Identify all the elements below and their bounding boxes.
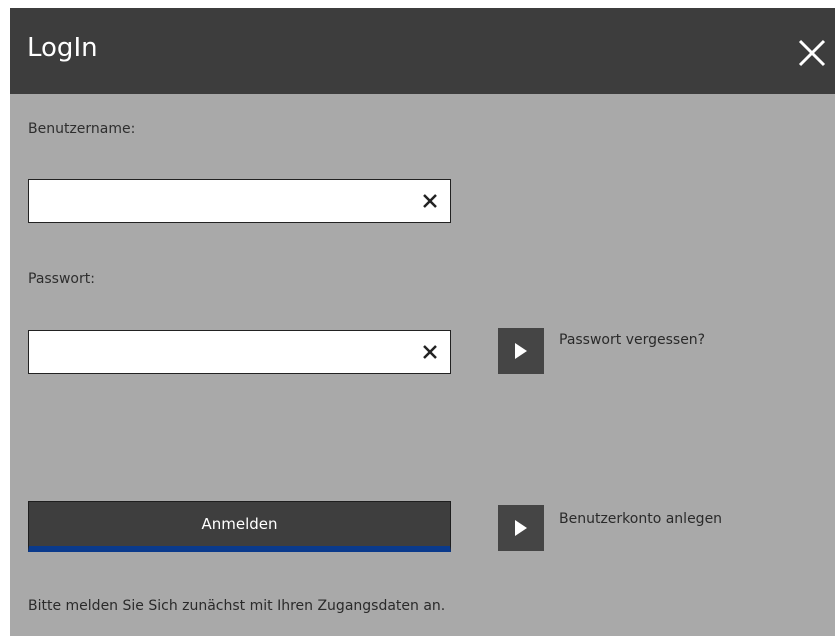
clear-username-icon[interactable] (422, 193, 438, 209)
login-dialog: LogIn Benutzername: Passwort: Passwort v… (10, 8, 835, 636)
dialog-title: LogIn (27, 33, 98, 63)
password-field (28, 330, 451, 374)
password-label: Passwort: (28, 271, 95, 287)
create-account-arrow-button[interactable] (498, 505, 544, 551)
login-button[interactable]: Anmelden (28, 501, 451, 552)
username-field (28, 179, 451, 223)
forgot-password-arrow-button[interactable] (498, 328, 544, 374)
dialog-titlebar: LogIn (10, 8, 835, 94)
clear-password-icon[interactable] (422, 344, 438, 360)
username-label: Benutzername: (28, 121, 136, 137)
play-arrow-icon (515, 520, 527, 536)
password-input[interactable] (29, 331, 409, 373)
play-arrow-icon (515, 343, 527, 359)
forgot-password-link[interactable]: Passwort vergessen? (559, 331, 705, 349)
create-account-link[interactable]: Benutzerkonto anlegen (559, 510, 722, 528)
username-input[interactable] (29, 180, 409, 222)
status-hint: Bitte melden Sie Sich zunächst mit Ihren… (28, 598, 446, 614)
close-icon[interactable] (789, 30, 835, 76)
